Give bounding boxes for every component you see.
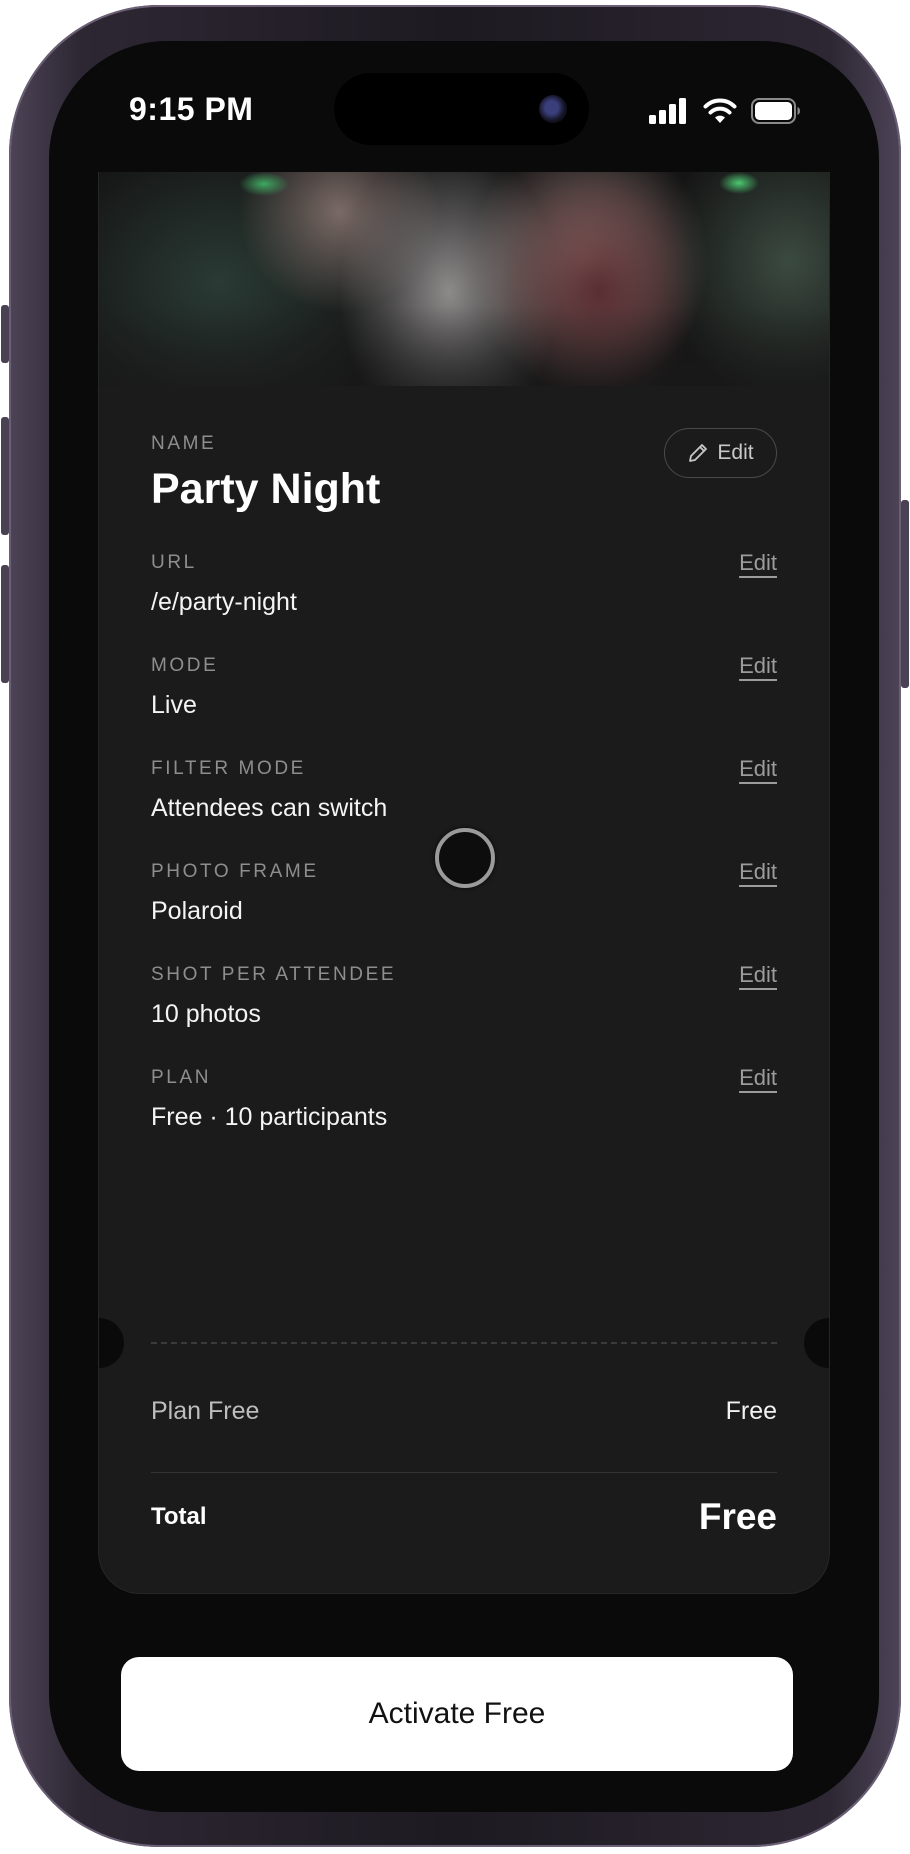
ticket-notch-left <box>99 1318 124 1368</box>
field-value: 10 photos <box>151 1000 261 1028</box>
field-label: FILTER MODE <box>151 758 306 779</box>
field-label: PLAN <box>151 1067 212 1088</box>
field-value: Free · 10 participants <box>151 1103 388 1131</box>
phone-frame: 9:15 PM NAME Party Night Edit URL /e/par… <box>1 5 909 1847</box>
dynamic-island <box>334 73 589 145</box>
field-label: MODE <box>151 655 219 676</box>
field-filter-mode: FILTER MODE Attendees can switch Edit <box>151 756 777 823</box>
ticket-perforation <box>151 1342 777 1344</box>
cellular-signal-icon <box>649 98 686 124</box>
field-value: /e/party-night <box>151 588 297 616</box>
edit-name-button[interactable]: Edit <box>664 428 777 478</box>
edit-mode-link[interactable]: Edit <box>739 653 777 679</box>
status-icons <box>649 97 801 125</box>
plan-summary-label: Plan Free <box>151 1397 260 1425</box>
field-name: NAME Party Night Edit <box>151 428 777 514</box>
status-time: 9:15 PM <box>129 91 254 127</box>
field-label: SHOT PER ATTENDEE <box>151 964 397 985</box>
total-row: Total Free <box>151 1496 777 1538</box>
field-shot-per-attendee: SHOT PER ATTENDEE 10 photos Edit <box>151 962 777 1029</box>
plan-summary-price: Free <box>725 1397 777 1425</box>
edit-photo-frame-link[interactable]: Edit <box>739 859 777 885</box>
field-value: Polaroid <box>151 897 243 925</box>
total-label: Total <box>151 1503 207 1530</box>
power-button <box>901 500 909 688</box>
cover-shape <box>239 172 289 196</box>
cover-fade <box>99 306 829 386</box>
cover-shape <box>719 172 759 194</box>
event-cover-image <box>99 172 829 386</box>
total-price: Free <box>698 1496 777 1537</box>
edit-name-label: Edit <box>717 441 754 464</box>
touch-indicator <box>435 828 495 888</box>
wifi-icon <box>703 98 737 123</box>
field-value: Attendees can switch <box>151 794 388 822</box>
field-plan: PLAN Free · 10 participants Edit <box>151 1065 777 1132</box>
pencil-icon <box>689 444 708 462</box>
screen: 9:15 PM NAME Party Night Edit URL /e/par… <box>49 41 879 1812</box>
field-url: URL /e/party-night Edit <box>151 550 777 617</box>
field-mode: MODE Live Edit <box>151 653 777 720</box>
field-value: Live <box>151 691 197 719</box>
plan-summary-row: Plan Free Free <box>151 1397 777 1426</box>
battery-icon <box>751 98 800 124</box>
activate-button[interactable]: Activate Free <box>121 1657 793 1771</box>
front-camera <box>539 95 567 123</box>
edit-filter-mode-link[interactable]: Edit <box>739 756 777 782</box>
volume-down-button <box>1 565 9 683</box>
action-button <box>1 305 9 363</box>
edit-shots-link[interactable]: Edit <box>739 962 777 988</box>
edit-plan-link[interactable]: Edit <box>739 1065 777 1091</box>
edit-url-link[interactable]: Edit <box>739 550 777 576</box>
ticket-notch-right <box>804 1318 829 1368</box>
volume-up-button <box>1 417 9 535</box>
field-label: URL <box>151 552 197 573</box>
summary-divider <box>151 1472 777 1473</box>
